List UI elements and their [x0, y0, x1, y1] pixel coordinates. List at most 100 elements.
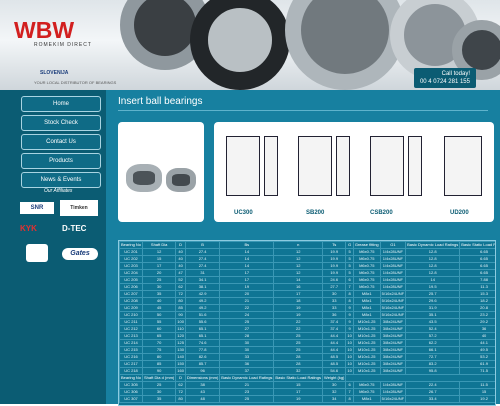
table-cell: M10x1.25 — [352, 360, 381, 368]
table-cell: 3/8x24UNF — [379, 346, 407, 354]
table-cell: 30 — [322, 381, 347, 389]
table-cell: 30 — [142, 388, 177, 396]
table-cell: 35 — [142, 395, 177, 403]
logo[interactable]: WBW ROMEKIM DIRECT — [14, 18, 98, 48]
table-cell: M10x1.25 — [352, 332, 381, 340]
table-row: UC 202 15 40 27.4 14 12 19.9 5 M6x0.75 1/4x28UNF 1… — [119, 255, 495, 263]
table-cell: 10 — [345, 332, 354, 340]
table-cell: 5 — [345, 262, 354, 270]
table-cell: UC 306 — [119, 388, 144, 396]
table-cell: M6x0.75 — [352, 269, 381, 277]
table-cell: 19.9 — [322, 262, 347, 270]
table-cell: 38.1 — [184, 283, 221, 291]
table-cell: M6x0.75 — [352, 255, 381, 263]
table-cell: 25 — [273, 346, 324, 354]
table-cell: 90 — [142, 367, 177, 375]
table-cell: 5/16x24UNF — [379, 290, 407, 298]
table-cell: 27 — [219, 325, 275, 333]
affiliate-logo-snr[interactable]: SNR — [20, 202, 54, 214]
affiliate-logo-gear[interactable] — [26, 244, 48, 262]
model-label-csb200[interactable]: CSB200 — [370, 210, 393, 216]
table-cell: 6 — [345, 276, 354, 284]
table-cell: 44.4 — [322, 339, 347, 347]
table-cell: UC 203 — [119, 262, 144, 270]
table-cell: 28 — [219, 332, 275, 340]
nav-news-events[interactable]: News & Events — [21, 172, 101, 188]
table-cell: 6.65 — [459, 255, 495, 263]
table-cell: UC 307 — [119, 395, 144, 403]
table-cell: 34.1 — [184, 276, 221, 284]
table-cell: 15 — [142, 255, 177, 263]
table-cell: UC 206 — [119, 283, 144, 291]
table-cell: 53.2 — [459, 353, 495, 361]
table-cell: 9 — [345, 325, 354, 333]
table-cell: M6x0.75 — [352, 248, 381, 256]
table-cell: 50 — [142, 311, 177, 319]
table-cell: 52.4 — [405, 325, 461, 333]
model-label-uc300[interactable]: UC300 — [234, 210, 253, 216]
table-cell: 12.8 — [405, 262, 461, 270]
product-photo-panel — [118, 122, 204, 222]
table-cell: 25 — [142, 276, 177, 284]
table-cell: 62 — [175, 283, 186, 291]
table-cell: UC 202 — [119, 255, 144, 263]
affiliate-logo-kyk[interactable]: KYK — [20, 224, 37, 233]
drawing-csb200-side — [408, 136, 422, 196]
table-cell: 40 — [459, 332, 495, 340]
table-cell: 140 — [175, 353, 186, 361]
table-cell: 51.6 — [184, 311, 221, 319]
table-cell: 48.5 — [322, 360, 347, 368]
table-cell: 17 — [273, 388, 324, 396]
table-cell: 44.1 — [459, 339, 495, 347]
table-row: UC 218 90 160 96 37 32 54.6 10 M10x1.25 3/8x24UNF… — [119, 367, 495, 375]
main-nav: Home Stock Check Contact Us Products New… — [0, 96, 101, 191]
table-cell: 43 — [184, 388, 221, 396]
table-cell: 12 — [142, 248, 177, 256]
table-cell: 30 — [322, 290, 347, 298]
table-cell: 37.4 — [322, 318, 347, 326]
table-cell: 57.2 — [405, 332, 461, 340]
table-cell: 80 — [175, 395, 186, 403]
affiliate-logo-dtec[interactable]: D-TEC — [62, 224, 86, 233]
logo-wordmark: WBW — [14, 17, 75, 43]
affiliate-logo-gates[interactable]: Gates — [62, 248, 98, 260]
table-cell: 15 — [459, 388, 495, 396]
table-cell: 29.2 — [459, 318, 495, 326]
table-cell: M8x1 — [352, 290, 381, 298]
nav-home[interactable]: Home — [21, 96, 101, 112]
insert-bearing-photo — [126, 164, 162, 192]
nav-products[interactable]: Products — [21, 153, 101, 169]
nav-stock-check[interactable]: Stock Check — [21, 115, 101, 131]
table-cell: UC 207 — [119, 290, 144, 298]
table-cell: 3/8x24UNF — [379, 325, 407, 333]
table-cell: 150 — [175, 360, 186, 368]
model-label-ud200[interactable]: UD200 — [450, 210, 469, 216]
table-row: UC 207 35 72 42.9 20 17 30 8 M8x1 5/16x24UNF 25.7 1… — [119, 290, 495, 298]
table-cell: 26.7 — [405, 388, 461, 396]
drawings-panel: UC300 SB200 CSB200 UD200 — [214, 122, 494, 222]
table-cell: 62.2 — [405, 339, 461, 347]
table-cell: 12.8 — [405, 269, 461, 277]
table-row: UC 306 30 72 43 23 17 32 7 M6x0.75 1/4x28UNF 26.7 1… — [119, 388, 495, 396]
table-cell: 75 — [142, 346, 177, 354]
affiliate-logo-timken[interactable]: Timken — [60, 200, 98, 216]
table-cell: 22 — [273, 325, 324, 333]
table-cell: 37.4 — [322, 325, 347, 333]
table-cell: 130 — [175, 346, 186, 354]
table-cell: 36 — [322, 311, 347, 319]
contact-call-label: Call today! — [441, 71, 470, 77]
table-cell: 49.5 — [459, 346, 495, 354]
table-cell: 21 — [219, 381, 275, 389]
table-cell: 31 — [184, 269, 221, 277]
table-cell: 85 — [175, 304, 186, 312]
table-cell: 33 — [322, 297, 347, 305]
nav-contact-us[interactable]: Contact Us — [21, 134, 101, 150]
table-header-cell: Bs — [219, 241, 275, 249]
table-header-cell: n — [273, 241, 324, 249]
table-cell: 38 — [184, 381, 221, 389]
table-cell: 17 — [142, 262, 177, 270]
table-header-cell: Ts — [322, 241, 347, 249]
table-cell: 8 — [345, 297, 354, 305]
model-label-sb200[interactable]: SB200 — [306, 210, 324, 216]
table-cell: 36 — [219, 360, 275, 368]
